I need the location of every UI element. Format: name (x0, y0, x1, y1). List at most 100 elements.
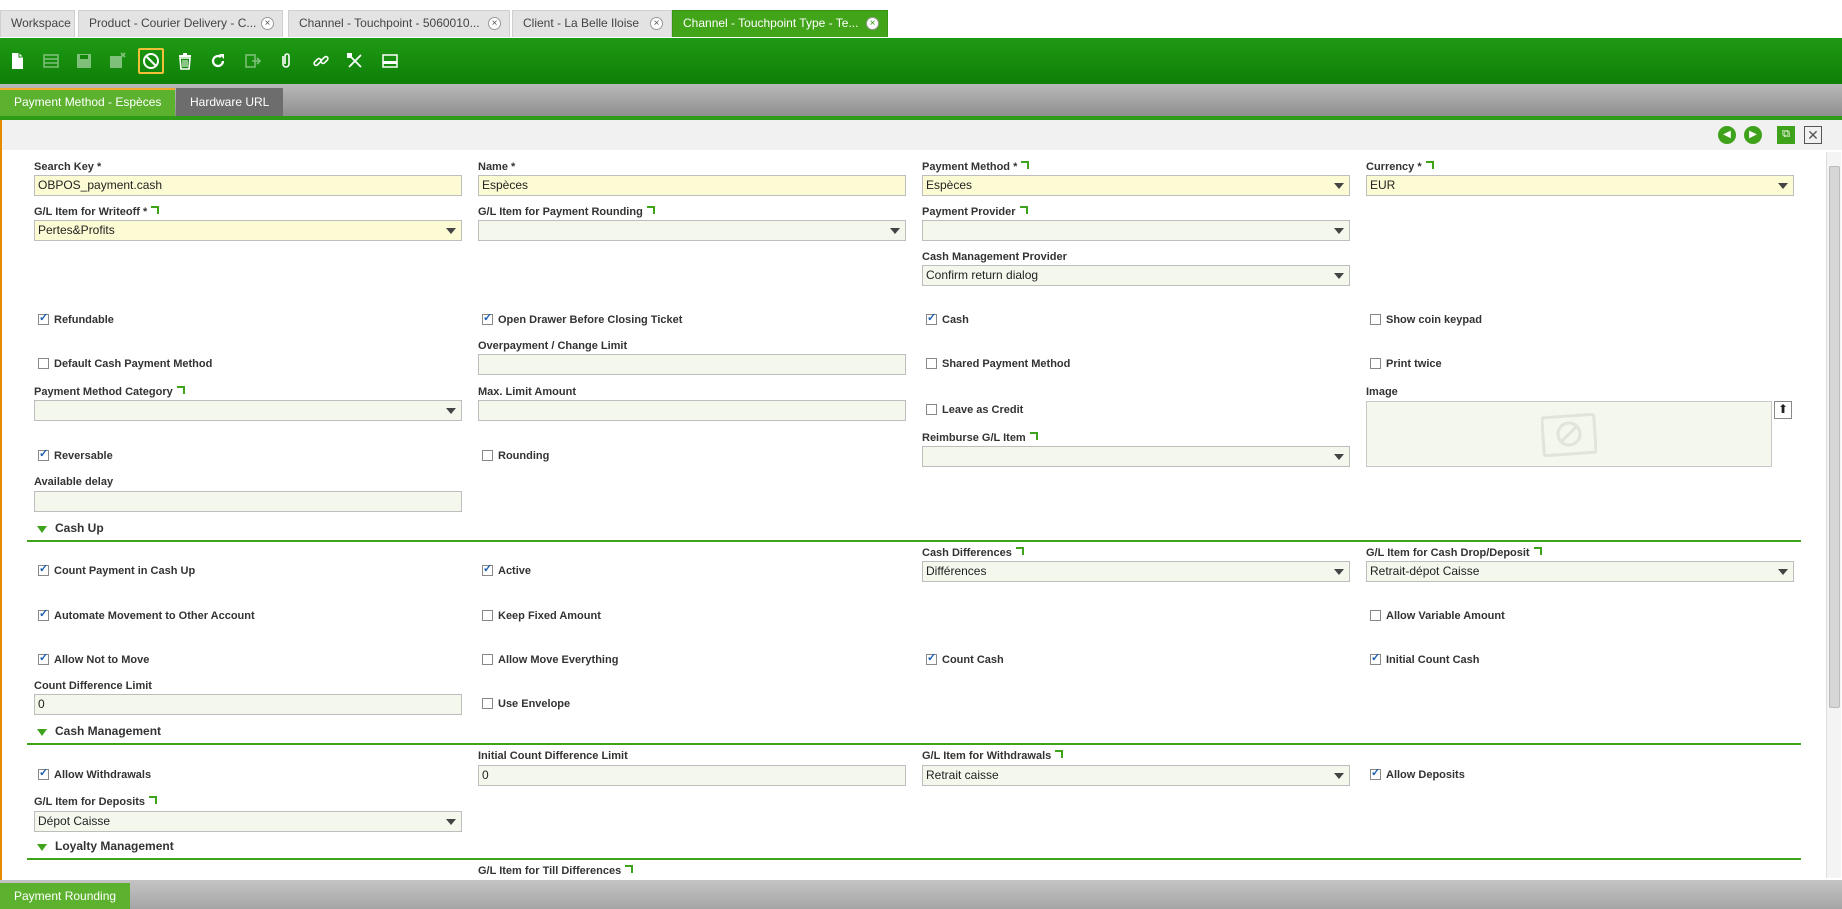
grid-view-icon[interactable] (38, 48, 64, 74)
chevron-down-icon[interactable] (1329, 766, 1349, 785)
chevron-down-icon[interactable] (1329, 447, 1349, 466)
tab-payment-method[interactable]: Payment Method - Espèces (0, 88, 176, 116)
delete-icon[interactable] (172, 48, 198, 74)
save-icon[interactable] (71, 48, 97, 74)
window-tab-client[interactable]: Client - La Belle Iloise × (512, 10, 672, 37)
name-field[interactable]: Espèces (478, 175, 906, 196)
checkbox-unchecked[interactable] (482, 449, 493, 461)
image-field[interactable] (1366, 401, 1772, 467)
checkbox-unchecked[interactable] (926, 357, 937, 369)
link-icon[interactable] (625, 865, 634, 873)
checkbox-checked[interactable] (38, 607, 49, 621)
search-key-field[interactable]: OBPOS_payment.cash (34, 175, 462, 196)
next-record-icon[interactable]: ▶ (1744, 126, 1762, 144)
link-icon[interactable] (151, 206, 160, 214)
currency-select[interactable]: EUR (1366, 175, 1794, 196)
link-icon[interactable] (646, 206, 655, 214)
initial-count-diff-field[interactable]: 0 (478, 765, 906, 786)
keep-fixed-checkbox[interactable]: Keep Fixed Amount (482, 609, 601, 623)
tools-icon[interactable] (342, 48, 368, 74)
save-close-icon[interactable] (104, 48, 130, 74)
previous-record-icon[interactable]: ◀ (1718, 126, 1736, 144)
collapse-triangle-icon[interactable] (37, 844, 47, 851)
checkbox-unchecked[interactable] (482, 697, 493, 709)
link-icon[interactable] (176, 386, 185, 394)
allow-variable-checkbox[interactable]: Allow Variable Amount (1370, 609, 1505, 623)
link-icon[interactable] (1021, 161, 1030, 169)
window-tab-workspace[interactable]: Workspace (0, 10, 75, 37)
checkbox-checked[interactable] (1370, 766, 1381, 780)
chevron-down-icon[interactable] (1329, 221, 1349, 240)
close-icon[interactable]: × (650, 17, 663, 30)
checkbox-checked[interactable] (38, 447, 49, 461)
scrollbar-thumb[interactable] (1829, 166, 1840, 708)
chevron-down-icon[interactable] (885, 221, 905, 240)
refundable-checkbox[interactable]: Refundable (38, 311, 114, 327)
chevron-down-icon[interactable] (1329, 562, 1349, 581)
tab-hardware-url[interactable]: Hardware URL (176, 88, 284, 116)
checkbox-checked[interactable] (482, 311, 493, 325)
allow-deposits-checkbox[interactable]: Allow Deposits (1370, 766, 1465, 782)
default-cash-checkbox[interactable]: Default Cash Payment Method (38, 357, 212, 371)
link-icon[interactable] (1019, 206, 1028, 214)
overpayment-field[interactable] (478, 354, 906, 375)
maximize-icon[interactable]: ⧉ (1777, 126, 1795, 144)
allow-not-move-checkbox[interactable]: Allow Not to Move (38, 651, 149, 667)
upload-icon[interactable]: ⬆ (1774, 401, 1792, 419)
active-checkbox[interactable]: Active (482, 562, 531, 578)
checkbox-checked[interactable] (926, 311, 937, 325)
show-coin-keypad-checkbox[interactable]: Show coin keypad (1370, 313, 1482, 327)
gl-writeoff-select[interactable]: Pertes&Profits (34, 220, 462, 241)
rounding-checkbox[interactable]: Rounding (482, 449, 549, 463)
checkbox-unchecked[interactable] (1370, 313, 1381, 325)
checkbox-checked[interactable] (926, 651, 937, 665)
window-tab-touchpoint-type[interactable]: Channel - Touchpoint Type - Te... × (672, 10, 888, 37)
section-cash-management[interactable]: Cash Management (27, 723, 1801, 745)
checkbox-unchecked[interactable] (38, 357, 49, 369)
available-delay-field[interactable] (34, 491, 462, 512)
link-icon[interactable] (1425, 161, 1434, 169)
payment-method-select[interactable]: Espèces (922, 175, 1350, 196)
collapse-triangle-icon[interactable] (37, 526, 47, 533)
checkbox-unchecked[interactable] (1370, 609, 1381, 621)
checkbox-checked[interactable] (1370, 651, 1381, 665)
collapse-triangle-icon[interactable] (37, 729, 47, 736)
gl-withdrawals-select[interactable]: Retrait caisse (922, 765, 1350, 786)
section-loyalty-management[interactable]: Loyalty Management (27, 838, 1801, 860)
gl-cash-drop-select[interactable]: Retrait-dépot Caisse (1366, 561, 1794, 582)
checkbox-unchecked[interactable] (926, 403, 937, 415)
layout-icon[interactable] (377, 48, 403, 74)
chevron-down-icon[interactable] (441, 812, 461, 831)
undo-icon[interactable] (138, 48, 164, 74)
section-cash-up[interactable]: Cash Up (27, 520, 1801, 542)
checkbox-checked[interactable] (482, 562, 493, 576)
chevron-down-icon[interactable] (441, 221, 461, 240)
close-form-icon[interactable]: ✕ (1804, 126, 1822, 144)
new-document-icon[interactable] (4, 48, 30, 74)
initial-count-cash-checkbox[interactable]: Initial Count Cash (1370, 651, 1480, 667)
count-diff-limit-field[interactable]: 0 (34, 694, 462, 715)
checkbox-unchecked[interactable] (482, 609, 493, 621)
cash-checkbox[interactable]: Cash (926, 311, 969, 327)
link-icon[interactable] (1015, 547, 1024, 555)
checkbox-unchecked[interactable] (482, 653, 493, 665)
window-tab-touchpoint[interactable]: Channel - Touchpoint - 5060010... × (288, 10, 510, 37)
window-tab-product[interactable]: Product - Courier Delivery - C... × (78, 10, 283, 37)
vertical-scrollbar[interactable] (1826, 152, 1841, 878)
allow-move-everything-checkbox[interactable]: Allow Move Everything (482, 653, 618, 667)
chevron-down-icon[interactable] (441, 401, 461, 420)
open-drawer-checkbox[interactable]: Open Drawer Before Closing Ticket (482, 311, 682, 327)
export-icon[interactable] (240, 48, 266, 74)
cash-mgmt-provider-select[interactable]: Confirm return dialog (922, 265, 1350, 286)
allow-withdrawals-checkbox[interactable]: Allow Withdrawals (38, 766, 151, 782)
chevron-down-icon[interactable] (1773, 562, 1793, 581)
link-icon[interactable] (308, 48, 334, 74)
checkbox-checked[interactable] (38, 766, 49, 780)
checkbox-unchecked[interactable] (1370, 357, 1381, 369)
reversable-checkbox[interactable]: Reversable (38, 447, 113, 463)
link-icon[interactable] (1533, 547, 1542, 555)
count-cash-checkbox[interactable]: Count Cash (926, 651, 1004, 667)
checkbox-checked[interactable] (38, 562, 49, 576)
max-limit-field[interactable] (478, 400, 906, 421)
attachment-icon[interactable] (273, 48, 299, 74)
